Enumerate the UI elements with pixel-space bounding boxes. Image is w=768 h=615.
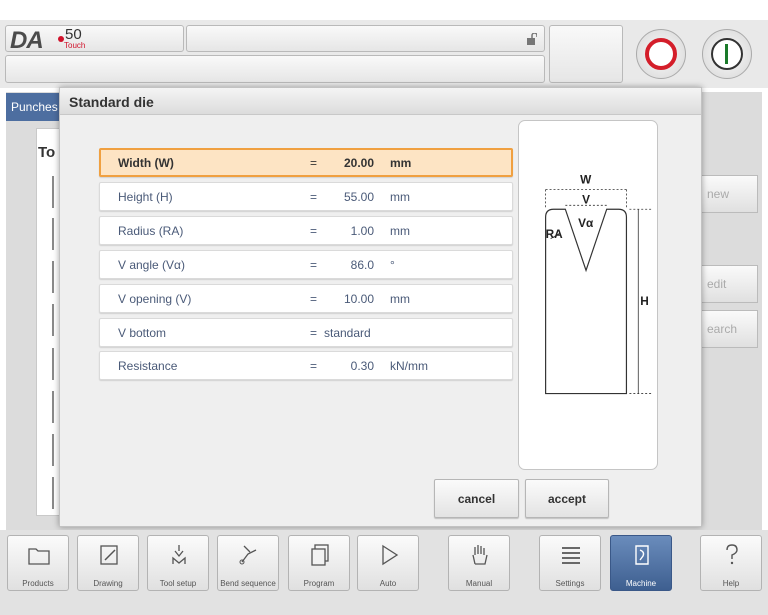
nav-label: Drawing [93,579,123,588]
standard-die-dialog: Standard die Width (W) = 20.00 mm Height… [59,87,702,527]
start-button[interactable] [702,29,752,79]
nav-auto[interactable]: Auto [357,535,419,591]
nav-machine[interactable]: Machine [610,535,672,591]
nav-label: Manual [465,579,493,588]
tool-list-header: To [38,144,56,161]
param-label: V angle (Vα) [118,258,185,272]
die-diagram: W V Vα RA H [518,120,658,470]
program-icon [311,544,329,566]
param-unit: kN/mm [390,359,428,373]
top-margin [0,0,768,20]
diagram-label-valpha: Vα [578,216,594,230]
param-row-v-angle[interactable]: V angle (Vα) = 86.0 ° [99,250,513,279]
diagram-label-ra: RA [546,227,564,241]
param-row-width[interactable]: Width (W) = 20.00 mm [99,148,513,177]
param-row-height[interactable]: Height (H) = 55.00 mm [99,182,513,211]
param-unit: mm [390,190,410,204]
nav-label: Products [22,579,54,588]
param-equals: = [310,292,318,306]
tab-punches[interactable]: Punches [6,93,60,121]
param-equals: = [310,258,318,272]
nav-label: Machine [625,579,657,588]
diagram-label-w: W [580,173,592,187]
tool-icon [172,545,186,564]
status-field [5,55,545,83]
nav-tool-setup[interactable]: Tool setup [147,535,209,591]
nav-drawing[interactable]: Drawing [77,535,139,591]
nav-bend-sequence[interactable]: Bend sequence [217,535,279,591]
stop-button[interactable] [636,29,686,79]
nav-settings[interactable]: Settings [539,535,601,591]
param-unit: mm [390,224,410,238]
param-equals: = [310,224,318,238]
search-button[interactable]: earch [700,310,758,348]
edit-button[interactable]: edit [700,265,758,303]
lock-open-icon [527,33,537,45]
machine-icon [635,545,649,565]
nav-help[interactable]: Help [700,535,762,591]
param-value: 10.00 [343,292,374,306]
nav-program[interactable]: Program [288,535,350,591]
param-equals: = [310,156,318,170]
param-unit: ° [390,258,395,272]
info-panel [549,25,623,83]
nav-products[interactable]: Products [7,535,69,591]
param-value: 1.00 [350,224,374,238]
param-equals: = [310,359,318,373]
param-label: Resistance [118,359,178,373]
nav-label: Tool setup [159,579,197,588]
diagram-label-v: V [582,192,590,206]
logo-panel: DA 50 Touch [5,25,184,54]
help-icon [726,544,738,565]
param-label: V opening (V) [118,292,192,306]
accept-button[interactable]: accept [525,479,609,518]
param-label: Height (H) [118,190,173,204]
param-value: standard [324,326,371,340]
param-row-radius[interactable]: Radius (RA) = 1.00 mm [99,216,513,245]
param-value: 20.00 [343,156,374,170]
nav-label: Bend sequence [220,579,276,588]
param-row-v-bottom[interactable]: V bottom = standard [99,318,513,347]
nav-label: Settings [555,579,585,588]
param-row-v-opening[interactable]: V opening (V) = 10.00 mm [99,284,513,313]
bend-icon [239,545,257,565]
nav-label: Help [722,579,740,588]
nav-manual[interactable]: Manual [448,535,510,591]
logo-sub: Touch [64,41,86,50]
folder-icon [28,548,50,565]
new-button[interactable]: new [700,175,758,213]
cancel-button[interactable]: cancel [434,479,519,518]
stop-icon [645,38,677,70]
nav-label: Program [303,579,335,588]
param-unit: mm [390,156,412,170]
dialog-title: Standard die [60,88,701,115]
nav-label: Auto [379,579,397,588]
param-row-resistance[interactable]: Resistance = 0.30 kN/mm [99,351,513,380]
param-unit: mm [390,292,410,306]
param-equals: = [310,190,318,204]
param-value: 0.30 [350,359,374,373]
program-title-field[interactable] [186,25,545,52]
param-value: 86.0 [350,258,374,272]
param-equals: = [310,326,318,340]
pencil-icon [100,545,118,565]
start-bar-icon [725,44,728,64]
settings-icon [562,547,580,564]
param-value: 55.00 [343,190,374,204]
logo: DA [10,27,44,54]
param-label: V bottom [118,326,167,340]
hand-icon [472,545,488,565]
param-label: Width (W) [118,156,174,170]
param-label: Radius (RA) [118,224,184,238]
play-icon [382,544,399,566]
diagram-label-h: H [640,294,649,308]
